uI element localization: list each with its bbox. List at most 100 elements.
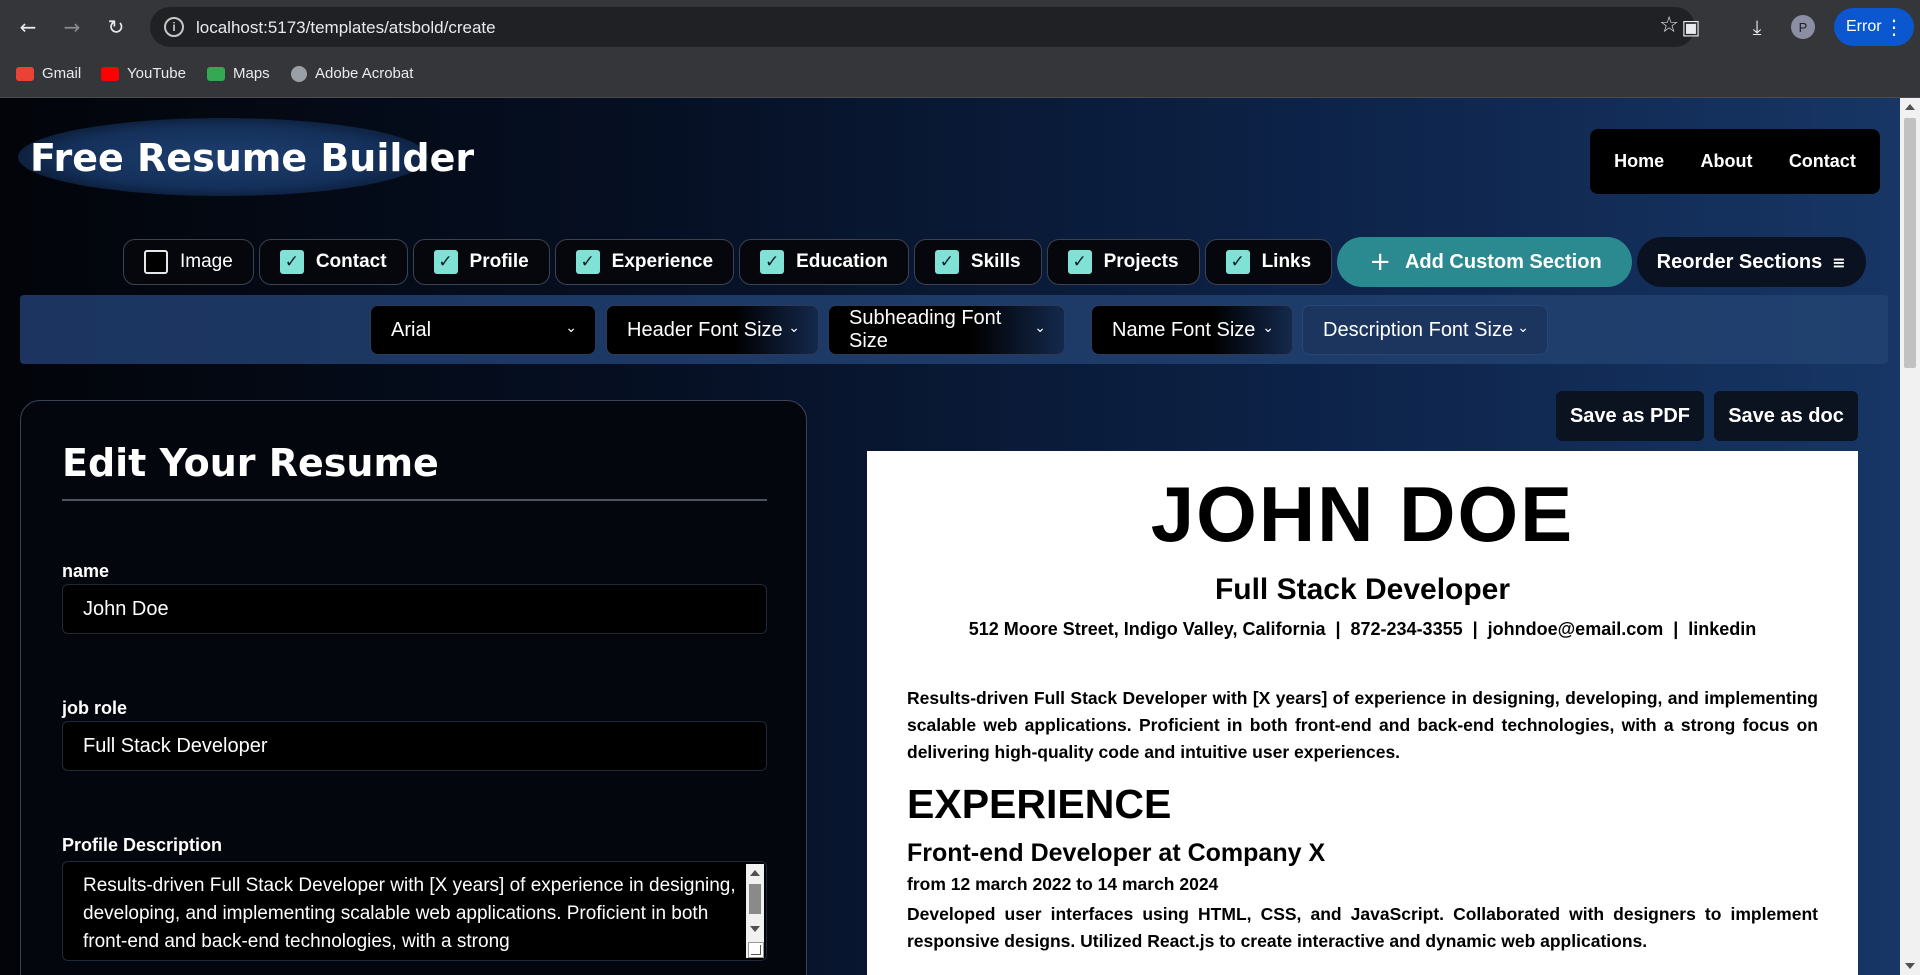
toggle-education[interactable]: ✓ Education bbox=[739, 239, 909, 285]
url-text[interactable]: localhost:5173/templates/atsbold/create bbox=[196, 18, 496, 38]
reload-icon[interactable]: ↻ bbox=[102, 13, 130, 41]
toggle-skills[interactable]: ✓ Skills bbox=[913, 239, 1042, 285]
plus-icon: + bbox=[1369, 247, 1391, 277]
chevron-down-icon: ⌄ bbox=[1034, 320, 1046, 336]
nav-contact[interactable]: Contact bbox=[1789, 151, 1856, 172]
preview-contact: 512 Moore Street, Indigo Valley, Califor… bbox=[968, 619, 1757, 639]
header-font-size-label: Header Font Size bbox=[627, 318, 783, 341]
extensions-icon[interactable]: ▣ bbox=[1677, 13, 1705, 41]
bookmark-maps[interactable]: Maps bbox=[207, 65, 270, 82]
checkbox-checked-icon[interactable]: ✓ bbox=[934, 250, 959, 274]
toggle-experience[interactable]: ✓ Experience bbox=[554, 239, 735, 285]
preview-job-description: Developed user interfaces using HTML, CS… bbox=[907, 904, 1818, 951]
add-custom-section-button[interactable]: + Add Custom Section bbox=[1337, 237, 1632, 287]
bookmark-label: Adobe Acrobat bbox=[315, 65, 414, 82]
bookmark-youtube[interactable]: YouTube bbox=[101, 65, 186, 82]
error-chip[interactable]: Error ⋮ bbox=[1834, 8, 1914, 46]
toggle-label: Experience bbox=[611, 251, 714, 272]
checkbox-checked-icon[interactable]: ✓ bbox=[1067, 250, 1092, 274]
back-icon[interactable]: ← bbox=[14, 13, 42, 41]
profile-description-text: Results-driven Full Stack Developer with… bbox=[83, 875, 736, 952]
chevron-down-icon: ⌄ bbox=[1262, 320, 1274, 336]
description-font-size-select[interactable]: Description Font Size ⌄ bbox=[1302, 305, 1548, 355]
resume-preview: JOHN DOE Full Stack Developer 512 Moore … bbox=[867, 451, 1858, 975]
bookmarks-bar: Gmail YouTube Maps Adobe Acrobat bbox=[0, 55, 1920, 98]
browser-toolbar: ← → ↻ i localhost:5173/templates/atsbold… bbox=[0, 0, 1920, 55]
checkbox-checked-icon[interactable]: ✓ bbox=[1225, 250, 1250, 274]
scroll-thumb[interactable] bbox=[1904, 118, 1916, 368]
nav-home[interactable]: Home bbox=[1614, 151, 1664, 172]
checkbox-checked-icon[interactable]: ✓ bbox=[575, 250, 600, 274]
checkbox-unchecked-icon[interactable] bbox=[144, 250, 168, 274]
chevron-down-icon: ⌄ bbox=[565, 320, 577, 336]
job-role-label: job role bbox=[62, 698, 128, 718]
scroll-up-icon[interactable] bbox=[1905, 104, 1915, 110]
toggle-links[interactable]: ✓ Links bbox=[1204, 239, 1333, 285]
reorder-sections-button[interactable]: Reorder Sections ≡ bbox=[1636, 237, 1866, 287]
checkbox-checked-icon[interactable]: ✓ bbox=[433, 250, 458, 274]
toggle-label: Image bbox=[180, 251, 233, 272]
toggle-profile[interactable]: ✓ Profile bbox=[412, 239, 550, 285]
youtube-icon bbox=[101, 66, 119, 81]
address-bar[interactable]: i localhost:5173/templates/atsbold/creat… bbox=[150, 7, 1695, 47]
checkbox-checked-icon[interactable]: ✓ bbox=[279, 250, 304, 274]
resume-builder-app: Free Resume Builder Home About Contact I… bbox=[0, 98, 1900, 975]
brand-title[interactable]: Free Resume Builder bbox=[30, 136, 474, 180]
reorder-icon: ≡ bbox=[1832, 252, 1846, 272]
menu-dots-icon[interactable]: ⋮ bbox=[1884, 15, 1904, 39]
resize-handle-icon[interactable] bbox=[748, 942, 764, 958]
gmail-icon bbox=[16, 66, 34, 81]
divider bbox=[62, 499, 767, 501]
preview-summary: Results-driven Full Stack Developer with… bbox=[907, 688, 1818, 762]
toggle-label: Links bbox=[1261, 251, 1312, 272]
page-scrollbar[interactable] bbox=[1900, 98, 1920, 975]
error-label: Error bbox=[1846, 18, 1882, 35]
preview-role: Full Stack Developer bbox=[1214, 573, 1511, 606]
globe-icon bbox=[291, 65, 307, 82]
profile-description-label: Profile Description bbox=[62, 835, 223, 855]
bookmark-adobe-acrobat[interactable]: Adobe Acrobat bbox=[291, 65, 413, 82]
add-custom-section-label: Add Custom Section bbox=[1404, 250, 1602, 273]
scroll-down-icon[interactable] bbox=[1905, 963, 1915, 969]
name-input[interactable]: John Doe bbox=[62, 584, 767, 634]
toggle-projects[interactable]: ✓ Projects bbox=[1046, 239, 1200, 285]
editor-title: Edit Your Resume bbox=[62, 441, 439, 485]
download-icon[interactable]: ⤓ bbox=[1743, 13, 1771, 41]
toggle-label: Projects bbox=[1103, 251, 1179, 272]
header-font-size-select[interactable]: Header Font Size ⌄ bbox=[606, 305, 819, 355]
job-role-input[interactable]: Full Stack Developer bbox=[62, 721, 767, 771]
toggle-label: Education bbox=[796, 251, 888, 272]
scroll-up-icon[interactable] bbox=[750, 870, 760, 876]
save-pdf-button[interactable]: Save as PDF bbox=[1556, 391, 1704, 441]
checkbox-checked-icon[interactable]: ✓ bbox=[760, 250, 785, 274]
toggle-image[interactable]: Image bbox=[123, 239, 254, 285]
preview-job-title: Front-end Developer at Company X bbox=[907, 839, 1326, 867]
chevron-down-icon: ⌄ bbox=[788, 320, 800, 336]
forward-icon[interactable]: → bbox=[58, 13, 86, 41]
site-info-icon[interactable]: i bbox=[164, 17, 184, 37]
bookmark-label: YouTube bbox=[127, 65, 186, 82]
toggle-label: Profile bbox=[469, 251, 529, 272]
profile-description-textarea[interactable]: Results-driven Full Stack Developer with… bbox=[62, 861, 767, 961]
profile-avatar[interactable]: P bbox=[1791, 15, 1815, 39]
save-doc-button[interactable]: Save as doc bbox=[1714, 391, 1858, 441]
reorder-sections-label: Reorder Sections bbox=[1656, 250, 1823, 273]
scroll-thumb[interactable] bbox=[749, 884, 761, 914]
name-font-size-label: Name Font Size bbox=[1112, 318, 1256, 341]
name-font-size-select[interactable]: Name Font Size ⌄ bbox=[1091, 305, 1293, 355]
font-family-select[interactable]: Arial ⌄ bbox=[370, 305, 596, 355]
editor-panel: Edit Your Resume name John Doe job role … bbox=[20, 400, 807, 975]
maps-icon bbox=[207, 66, 225, 81]
toggle-contact[interactable]: ✓ Contact bbox=[258, 239, 408, 285]
bookmark-label: Maps bbox=[233, 65, 270, 82]
font-family-value: Arial bbox=[391, 318, 432, 341]
preview-section-title: EXPERIENCE bbox=[907, 781, 1172, 827]
bookmark-gmail[interactable]: Gmail bbox=[16, 65, 81, 82]
subheading-font-size-select[interactable]: Subheading Font Size ⌄ bbox=[828, 305, 1065, 355]
scroll-down-icon[interactable] bbox=[750, 926, 760, 932]
nav-about[interactable]: About bbox=[1701, 151, 1753, 172]
font-settings-bar: Arial ⌄ Header Font Size ⌄ Subheading Fo… bbox=[20, 295, 1888, 364]
top-nav: Home About Contact bbox=[1590, 129, 1880, 194]
preview-name: JOHN DOE bbox=[1150, 470, 1575, 558]
bookmark-label: Gmail bbox=[42, 65, 82, 82]
